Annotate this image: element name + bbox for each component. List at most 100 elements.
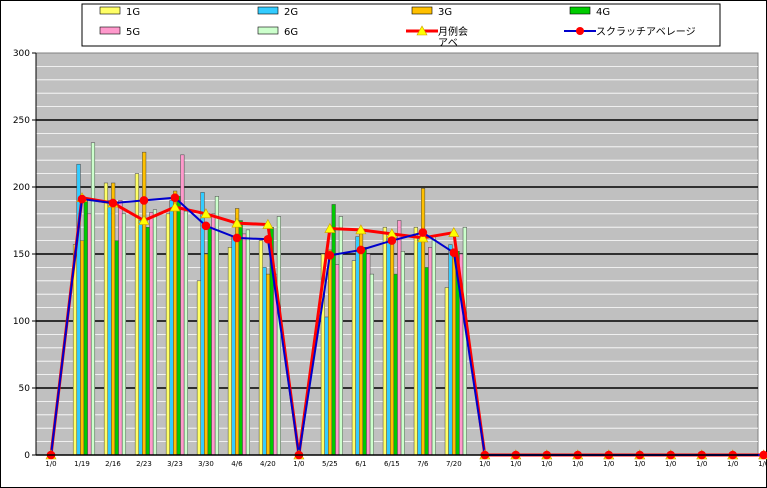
bar-6G-6 — [245, 229, 250, 456]
x-tick-label: 1/0 — [479, 460, 490, 468]
x-tick-label: 1/0 — [758, 460, 767, 468]
bar-2G-2 — [107, 200, 112, 456]
point-スクラッチアベレージ-11 — [387, 236, 397, 245]
legend-label-2G: 2G — [284, 7, 298, 18]
bar-1G-11 — [382, 226, 387, 456]
legend-label-5G: 5G — [126, 27, 140, 38]
x-tick-label: 4/6 — [231, 460, 243, 468]
x-tick-label: 1/0 — [541, 460, 552, 468]
legend: 1G 2G 3G 4G5G 6G 月例会アベスクラッチアベレージ — [81, 3, 721, 49]
x-tick-label: 3/23 — [167, 460, 183, 468]
legend-label-スクラッチアベレージ: スクラッチアベレージ — [596, 26, 696, 38]
bar-6G-10 — [369, 273, 374, 456]
point-スクラッチアベレージ-1 — [77, 194, 87, 204]
x-tick-label: 1/0 — [665, 460, 676, 468]
bar-2G-9 — [324, 316, 329, 456]
bar-3G-6 — [235, 208, 240, 456]
x-tick-label: 3/30 — [198, 460, 214, 468]
y-tick-label: 200 — [13, 183, 30, 193]
legend-marker-スクラッチアベレージ — [576, 27, 584, 35]
bar-5G-3 — [149, 212, 154, 456]
x-tick-label: 1/0 — [727, 460, 738, 468]
bar-1G-6 — [227, 247, 232, 456]
y-tick-label: 100 — [13, 317, 30, 327]
bar-1G-7 — [258, 240, 263, 456]
legend-label-6G: 6G — [284, 27, 298, 38]
bar-2G-7 — [262, 267, 267, 456]
legend-swatch-6G — [257, 26, 279, 35]
bar-6G-7 — [276, 216, 281, 456]
x-tick-label: 1/0 — [45, 460, 56, 468]
point-スクラッチアベレージ-9 — [325, 251, 335, 260]
point-スクラッチアベレージ-3 — [139, 196, 149, 205]
legend-swatch-3G — [411, 6, 433, 15]
bar-1G-5 — [196, 280, 201, 456]
bar-2G-5 — [200, 192, 205, 456]
point-スクラッチアベレージ-7 — [263, 234, 273, 244]
bar-3G-7 — [266, 273, 271, 456]
bar-2G-12 — [417, 236, 422, 456]
x-tick-label: 6/1 — [355, 460, 366, 468]
x-tick-label: 1/0 — [572, 460, 583, 468]
bar-4G-11 — [393, 273, 398, 456]
legend-swatch-2G — [257, 6, 279, 15]
legend-swatch-5G — [99, 26, 121, 35]
bar-3G-13 — [451, 249, 457, 456]
legend-swatch-4G — [569, 6, 591, 15]
x-tick-label: 1/0 — [634, 460, 645, 468]
bar-5G-2 — [118, 200, 123, 456]
point-スクラッチアベレージ-10 — [356, 245, 366, 255]
bar-1G-12 — [413, 226, 418, 456]
point-スクラッチアベレージ-13 — [449, 248, 459, 257]
y-tick-label: 50 — [19, 384, 31, 394]
bar-6G-2 — [121, 213, 127, 456]
bar-4G-12 — [424, 267, 429, 456]
x-tick-label: 1/0 — [603, 460, 614, 468]
point-スクラッチアベレージ-6 — [232, 233, 242, 243]
x-tick-label: 7/20 — [446, 460, 462, 468]
bar-3G-11 — [390, 233, 395, 456]
bar-6G-3 — [152, 209, 158, 456]
point-スクラッチアベレージ-5 — [201, 221, 211, 231]
bar-2G-13 — [448, 244, 453, 456]
bar-3G-4 — [173, 190, 178, 456]
bar-6G-12 — [431, 236, 436, 456]
bar-3G-2 — [111, 182, 116, 456]
bar-2G-10 — [355, 236, 360, 456]
bar-3G-1 — [80, 240, 85, 456]
bar-5G-6 — [242, 233, 247, 456]
y-tick-label: 250 — [13, 116, 30, 126]
bar-4G-10 — [362, 247, 367, 456]
bar-3G-9 — [328, 249, 333, 456]
legend-box — [81, 3, 721, 47]
bar-2G-11 — [386, 237, 391, 456]
x-tick-label: 7/6 — [417, 460, 429, 468]
bar-1G-2 — [103, 182, 109, 456]
bar-5G-1 — [87, 213, 92, 456]
bar-3G-5 — [204, 253, 209, 456]
bar-6G-13 — [462, 226, 467, 456]
bar-6G-1 — [90, 142, 96, 456]
bar-5G-11 — [397, 220, 402, 456]
x-tick-label: 5/25 — [322, 460, 338, 468]
bar-4G-6 — [238, 220, 243, 456]
bar-2G-6 — [231, 236, 236, 456]
x-tick-label: 4/20 — [260, 460, 276, 468]
bar-4G-9 — [331, 204, 336, 456]
bar-6G-11 — [400, 251, 405, 456]
x-tick-label: 2/16 — [105, 460, 121, 468]
bar-1G-4 — [165, 213, 170, 456]
bar-4G-3 — [145, 226, 150, 456]
bar-5G-12 — [428, 247, 433, 456]
chart: 0 50 100 150 200 250 300 1/0 1/19 2/16 2/23 3/23 3/… — [0, 0, 767, 488]
x-tick-label: 1/0 — [293, 460, 304, 468]
bar-5G-9 — [335, 264, 340, 456]
bar-5G-5 — [211, 213, 216, 456]
bar-1G-10 — [351, 260, 356, 456]
point-スクラッチアベレージ-4 — [170, 193, 180, 203]
x-tick-label: 1/0 — [510, 460, 521, 468]
x-tick-label: 1/19 — [74, 460, 90, 468]
bar-5G-10 — [366, 253, 371, 456]
x-tick-label: 1/0 — [696, 460, 707, 468]
bar-4G-5 — [207, 226, 212, 456]
